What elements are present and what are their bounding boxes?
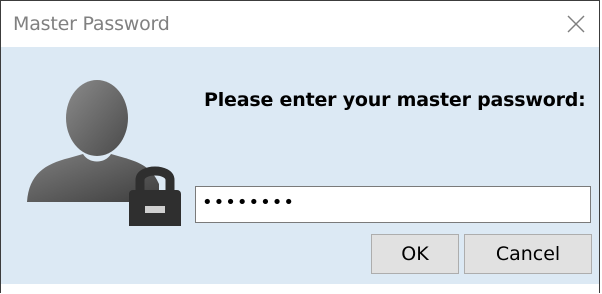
prompt-label: Please enter your master password: [204,89,586,111]
dialog-body: Please enter your master password: •••••… [1,47,599,284]
title-bar: Master Password [1,1,599,47]
cancel-button[interactable]: Cancel [464,234,592,274]
master-password-dialog: Master Password Please enter your master… [0,0,600,294]
window-title: Master Password [13,13,170,35]
password-field[interactable]: •••••••• [195,186,591,223]
close-icon[interactable] [563,11,589,37]
password-value: •••••••• [202,192,295,213]
ok-button[interactable]: OK [371,234,459,274]
user-lock-icon [25,74,189,230]
